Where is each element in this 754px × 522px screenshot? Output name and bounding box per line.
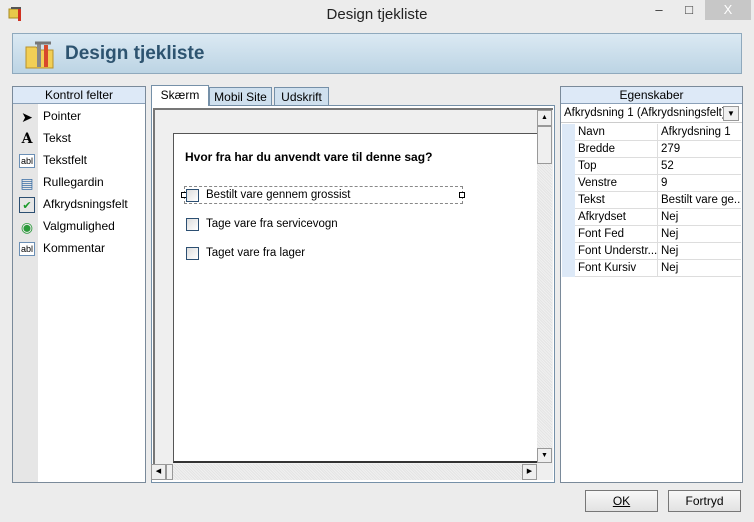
pointer-icon: ➤ <box>21 109 33 125</box>
tab-mobil-site[interactable]: Mobil Site <box>209 87 272 106</box>
text-icon: A <box>21 131 33 147</box>
scroll-left-button[interactable]: ◀ <box>151 464 166 480</box>
option-label[interactable]: Tage vare fra servicevogn <box>206 218 338 230</box>
option-checkbox[interactable] <box>186 247 199 260</box>
tab-skaerm[interactable]: Skærm <box>151 85 209 106</box>
control-item-label: Tekst <box>43 131 72 145</box>
property-value[interactable]: Afkrydsning 1 <box>657 124 741 141</box>
property-row[interactable]: Tekst Bestilt vare ge... <box>575 192 741 209</box>
control-item-tekstfelt[interactable]: abl Tekstfelt <box>13 150 145 172</box>
control-item-kommentar[interactable]: abl Kommentar <box>13 238 145 260</box>
question-label[interactable]: Hvor fra har du anvendt vare til denne s… <box>185 150 432 164</box>
option-label[interactable]: Bestilt vare gennem grossist <box>206 189 350 201</box>
vertical-scroll-thumb[interactable] <box>537 126 552 164</box>
control-item-label: Tekstfelt <box>43 153 88 167</box>
property-row[interactable]: Afkrydset Nej <box>575 209 741 226</box>
option-checkbox[interactable] <box>186 218 199 231</box>
ok-button-label: OK <box>612 494 631 508</box>
property-row[interactable]: Top 52 <box>575 158 741 175</box>
tab-udskrift[interactable]: Udskrift <box>274 87 329 106</box>
control-item-label: Valgmulighed <box>43 219 115 233</box>
chevron-down-icon[interactable]: ▼ <box>723 106 739 121</box>
control-item-rullegardin[interactable]: ▤ Rullegardin <box>13 172 145 194</box>
property-row[interactable]: Font Fed Nej <box>575 226 741 243</box>
controls-panel: Kontrol felter ➤ Pointer A Tekst abl Tekstfel… <box>12 86 146 483</box>
property-name: Venstre <box>578 177 617 189</box>
property-name: Navn <box>578 126 605 138</box>
property-name: Top <box>578 160 597 172</box>
scroll-right-button[interactable]: ▶ <box>522 464 537 480</box>
property-name: Font Fed <box>578 228 625 240</box>
control-item-pointer[interactable]: ➤ Pointer <box>13 106 145 128</box>
control-item-tekst[interactable]: A Tekst <box>13 128 145 150</box>
design-tools-icon <box>25 41 54 69</box>
maximize-button[interactable]: □ <box>674 0 704 20</box>
cancel-button-label: Fortryd <box>685 494 724 508</box>
property-row[interactable]: Bredde 279 <box>575 141 741 158</box>
option-checkbox[interactable] <box>186 189 199 202</box>
ok-button[interactable]: OK <box>585 490 658 512</box>
checkbox-icon: ✔ <box>19 197 35 213</box>
textfield-icon: abl <box>19 154 35 168</box>
title-bar: Design tjekliste – □ X <box>0 0 754 28</box>
resize-handle-right[interactable] <box>459 192 465 198</box>
horizontal-scrollbar[interactable] <box>151 464 537 480</box>
scroll-down-button[interactable]: ▼ <box>537 448 552 463</box>
control-item-afkrydsningsfelt[interactable]: ✔ Afkrydsningsfelt <box>13 194 145 216</box>
property-value[interactable]: 9 <box>657 175 741 192</box>
property-name: Tekst <box>578 194 605 206</box>
form-preview[interactable] <box>173 133 537 463</box>
control-item-label: Rullegardin <box>43 175 104 189</box>
property-value[interactable]: Nej <box>657 243 741 260</box>
property-row[interactable]: Font Kursiv Nej <box>575 260 741 277</box>
page-title: Design tjekliste <box>65 43 205 64</box>
property-row[interactable]: Navn Afkrydsning 1 <box>575 124 741 141</box>
comment-icon: abl <box>19 242 35 256</box>
property-name: Afkrydset <box>578 211 626 223</box>
property-row[interactable]: Font Understr... Nej <box>575 243 741 260</box>
selected-object-dropdown[interactable]: Afkrydsning 1 (Afkrydsningsfelt) <box>561 104 742 123</box>
property-value[interactable]: 52 <box>657 158 741 175</box>
control-item-label: Pointer <box>43 109 82 123</box>
property-value[interactable]: Nej <box>657 226 741 243</box>
property-value[interactable]: Nej <box>657 209 741 226</box>
property-value[interactable]: Nej <box>657 260 741 277</box>
option-label[interactable]: Taget vare fra lager <box>206 247 305 259</box>
close-button[interactable]: X <box>705 0 751 20</box>
dropdown-icon: ▤ <box>20 175 34 191</box>
properties-header: Egenskaber <box>561 87 742 104</box>
window-title: Design tjekliste <box>326 6 428 23</box>
property-name: Bredde <box>578 143 616 155</box>
property-name: Font Understr... <box>578 245 658 257</box>
property-row[interactable]: Venstre 9 <box>575 175 741 192</box>
property-value[interactable]: 279 <box>657 141 741 158</box>
property-name: Font Kursiv <box>578 262 637 274</box>
header-banner: Design tjekliste <box>12 33 742 74</box>
horizontal-scroll-thumb[interactable] <box>166 464 173 480</box>
controls-header: Kontrol felter <box>13 87 145 104</box>
minimize-button[interactable]: – <box>644 0 674 20</box>
control-item-label: Kommentar <box>43 241 106 255</box>
cancel-button[interactable]: Fortryd <box>668 490 741 512</box>
property-value[interactable]: Bestilt vare ge... <box>657 192 741 209</box>
control-item-label: Afkrydsningsfelt <box>43 197 128 211</box>
radio-icon: ◉ <box>20 219 34 235</box>
scroll-up-button[interactable]: ▲ <box>537 110 552 126</box>
control-item-valgmulighed[interactable]: ◉ Valgmulighed <box>13 216 145 238</box>
